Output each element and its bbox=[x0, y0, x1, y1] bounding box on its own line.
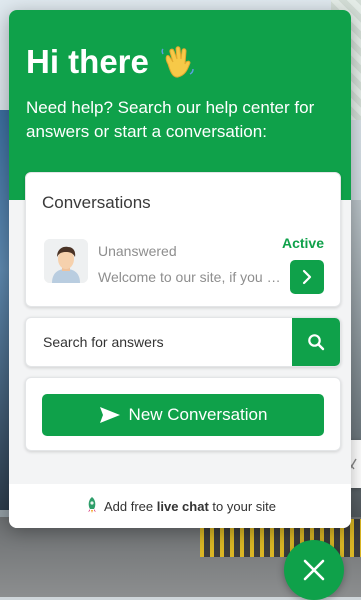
close-icon bbox=[303, 559, 325, 581]
open-conversation-button[interactable] bbox=[290, 260, 324, 294]
conversation-status: Unanswered bbox=[98, 243, 177, 259]
footer-suffix: to your site bbox=[212, 498, 277, 514]
new-conversation-label: New Conversation bbox=[128, 405, 268, 424]
search-button[interactable] bbox=[292, 318, 340, 366]
search-input[interactable] bbox=[26, 318, 292, 366]
footer-prefix: Add free bbox=[103, 498, 154, 514]
send-icon bbox=[99, 407, 120, 423]
avatar-icon bbox=[44, 239, 88, 283]
chat-widget: Hi there Need help? Search our help cent… bbox=[9, 10, 351, 528]
conversation-preview[interactable]: Welcome to our site, if you need help si… bbox=[98, 269, 282, 285]
conversations-title: Conversations bbox=[42, 193, 151, 212]
conversations-card: Conversations Unanswered Welcome to our … bbox=[25, 172, 341, 307]
close-widget-button[interactable] bbox=[284, 540, 344, 600]
new-conversation-card: New Conversation bbox=[25, 377, 341, 451]
rocket-icon bbox=[84, 496, 100, 517]
waving-hand-icon bbox=[159, 44, 195, 80]
greeting-heading: Hi there bbox=[26, 42, 334, 82]
conversation-active-badge: Active bbox=[281, 235, 324, 251]
greeting-text: Hi there bbox=[26, 43, 149, 80]
footer-link[interactable]: live chat bbox=[157, 499, 209, 514]
new-conversation-button[interactable]: New Conversation bbox=[42, 394, 324, 436]
widget-footer[interactable]: Add free live chat to your site bbox=[9, 484, 351, 528]
search-card bbox=[25, 317, 341, 367]
search-icon bbox=[308, 334, 325, 351]
header-subtitle: Need help? Search our help center for an… bbox=[26, 98, 315, 141]
chevron-right-icon bbox=[302, 269, 312, 285]
